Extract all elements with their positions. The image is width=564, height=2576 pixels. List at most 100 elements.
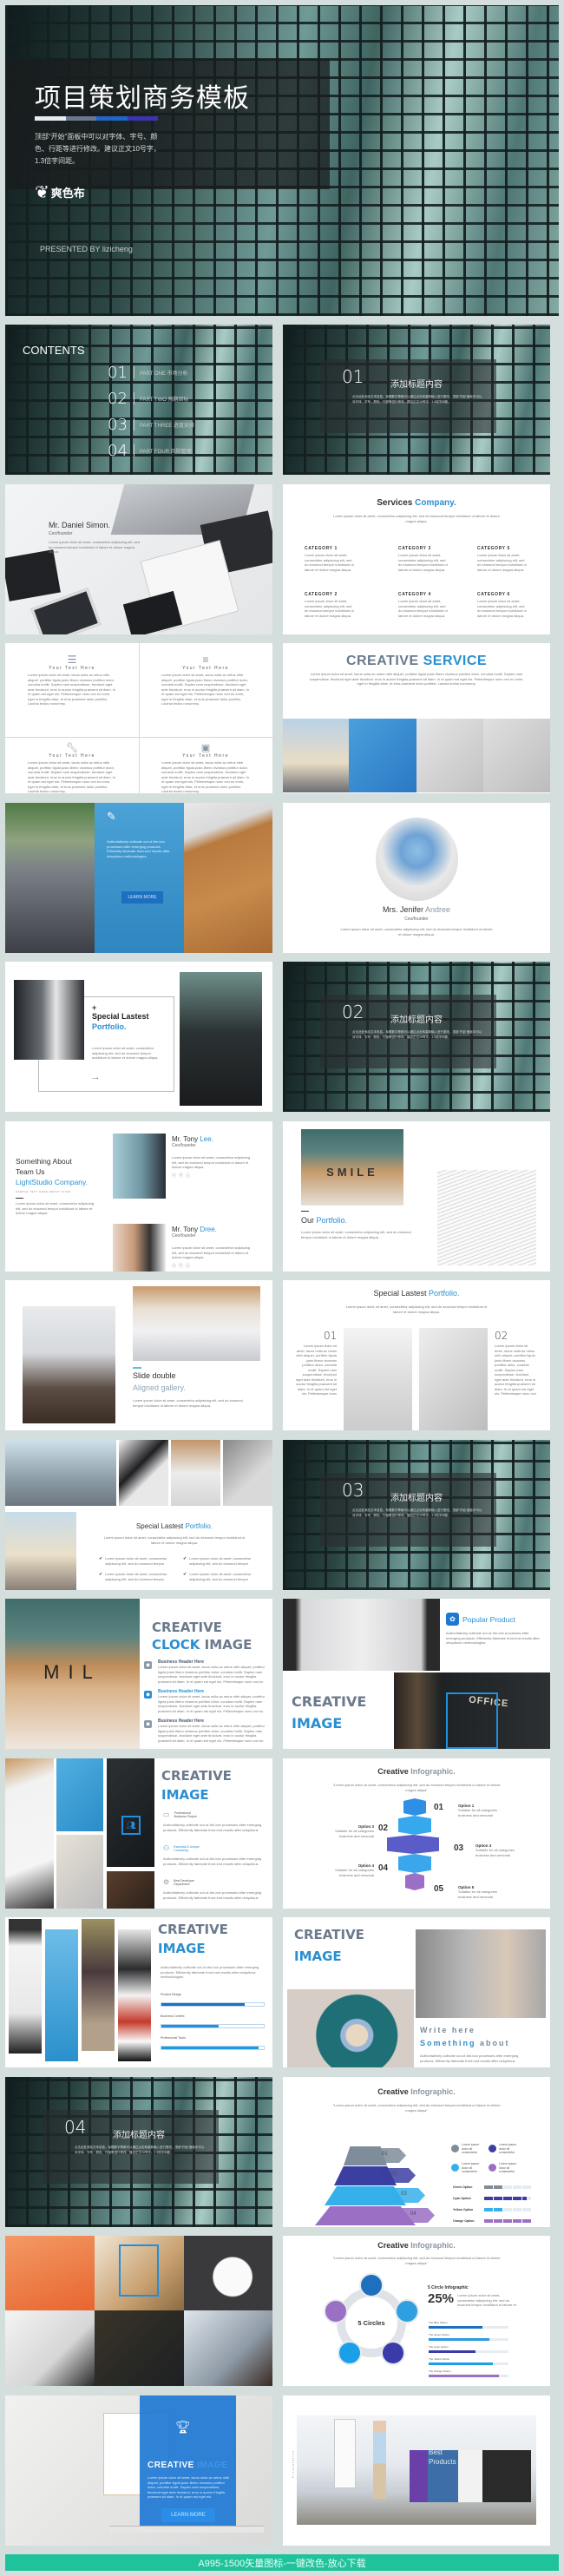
- title-accent: Portfolio.: [185, 1522, 213, 1530]
- category-title: CATEGORY 5: [477, 546, 510, 551]
- text-cell: ≡ Your Text Here Lorem ipsum dolor sit ame…: [139, 654, 272, 712]
- learn-more-button[interactable]: LEARN MORE: [161, 2508, 215, 2522]
- menu-icon: ≡: [202, 654, 209, 666]
- option-number: 01: [434, 1803, 444, 1812]
- infographic-quote: "Lorem ipsum dolor sit amet, consectetur…: [332, 2103, 501, 2113]
- slide-photo-grid[interactable]: [5, 2236, 272, 2386]
- photo-laptop-coffee: [184, 2310, 272, 2386]
- contents-title: CONTENTS: [23, 344, 85, 357]
- member-bio: Lorem ipsum dolor sit amet, consectetur …: [172, 1245, 251, 1259]
- business-item: Business Header Here Lorem ipsum dolor si…: [158, 1718, 269, 1743]
- photo-office-dark: [107, 1758, 154, 1867]
- slide-team[interactable]: Something About Team Us LightStudio Compan…: [5, 1121, 272, 1272]
- slide-write-here[interactable]: CREATIVE IMAGE Write here Something abou…: [283, 1917, 550, 2067]
- slide-section-01[interactable]: 01 添加标题内容 点击此处添加文本信息。标题数字等都可以通过点击和重新输入进行…: [283, 325, 550, 475]
- slide-daniel[interactable]: Mr. Daniel Simon. Ceo/founder Lorem ipsu…: [5, 484, 272, 634]
- bar-label: The Green Option: [429, 2333, 450, 2336]
- legend-dot: [489, 2145, 496, 2152]
- bar-segment: [513, 2208, 521, 2211]
- option-desc: Suitable for all categories business and…: [335, 1868, 374, 1876]
- cover-title: 项目策划商务模板: [35, 83, 250, 114]
- bar-segment: [484, 2208, 493, 2211]
- slide-jenifer[interactable]: Mrs. Jenifer Andree Ceo/founder Lorem ip…: [283, 803, 550, 953]
- section-title: 添加标题内容: [113, 2131, 165, 2140]
- business-item: Business Header Here Lorem ipsum dolor si…: [158, 1689, 269, 1713]
- bar-segment-fill: [494, 2185, 502, 2189]
- photo-laptop-white: [344, 1328, 412, 1430]
- slide-best-products[interactable]: Best Products Presentation: [283, 2395, 550, 2546]
- title-accent: CLOCK: [152, 1637, 200, 1653]
- slide-infographic-stack[interactable]: Creative Infographic. "Lorem ipsum dolor…: [283, 1758, 550, 1909]
- check-text: Lorem ipsum dolor sit amet, consectetur …: [189, 1556, 252, 1566]
- contents-item[interactable]: 04 PART FOUR 风险管理: [108, 437, 194, 463]
- blue-frame: [446, 1692, 498, 1749]
- name-last: Andree: [424, 905, 451, 914]
- image-title: IMAGE: [161, 1787, 209, 1803]
- learn-more-button[interactable]: LEARN MORE: [121, 891, 163, 904]
- contents-item[interactable]: 03 PART THREE 进度安排: [108, 411, 194, 437]
- circle-node: [359, 2273, 384, 2297]
- pyramid-tab: 03: [390, 2188, 425, 2203]
- slide-services[interactable]: Services Company. Lorem ipsum dolor sit …: [283, 484, 550, 634]
- slide-popular-product[interactable]: ✿ Popular Product Authoritatively cultiv…: [283, 1599, 550, 1749]
- slide-creative-learn[interactable]: 🏆︎ CREATIVE IMAGE Lorem ipsum dolor sit …: [5, 2395, 272, 2546]
- facebook-icon[interactable]: ⓕ: [179, 1173, 186, 1179]
- product-icon: ✿: [446, 1613, 459, 1626]
- document-pen-icon: ✎: [107, 810, 116, 823]
- title-part: IMAGE: [200, 1637, 252, 1653]
- slide-creative-image-icons[interactable]: 👥︎ CREATIVE IMAGE ▭ Professional Business…: [5, 1758, 272, 1909]
- contents-item[interactable]: 02 PART TWO 预期目标: [108, 385, 194, 411]
- bar-track: [429, 2350, 508, 2353]
- checklist-title: Special Lastest Portfolio.: [76, 1522, 272, 1530]
- facebook-icon[interactable]: ⓕ: [179, 1264, 186, 1269]
- services-title: Services Company.: [283, 498, 550, 508]
- slide-contents[interactable]: CONTENTS 01 PART ONE 市场分析 02 PART TWO 预期目标…: [5, 325, 272, 475]
- photo-city-office: [283, 719, 349, 792]
- check-item: ✔ Lorem ipsum dolor sit amet, consectetur…: [99, 1556, 177, 1566]
- creative-title: CREATIVE: [158, 1922, 228, 1937]
- bar-segment: [522, 2185, 531, 2189]
- twitter-icon[interactable]: ⓣ: [172, 1264, 179, 1269]
- slide-section-04[interactable]: 04 添加标题内容 点击此处添加文本信息。标题数字等都可以通过点击和重新输入进行…: [5, 2077, 272, 2227]
- cell-heading: Your Text Here: [182, 666, 229, 671]
- instagram-icon[interactable]: ⓘ: [186, 1264, 193, 1269]
- slide-five-circles[interactable]: Creative Infographic. "Lorem ipsum dolor…: [283, 2236, 550, 2386]
- slide-creative-service[interactable]: CREATIVE SERVICE Lorem ipsum dolor sit a…: [283, 643, 550, 793]
- slide-special-portfolio-2[interactable]: Special Lastest Portfolio. Lorem ipsum d…: [283, 1280, 550, 1430]
- slide-special-checklist[interactable]: Special Lastest Portfolio. Lorem ipsum d…: [5, 1440, 272, 1590]
- slide-our-portfolio[interactable]: SMILE Our Portfolio. Lorem ipsum dolor s…: [283, 1121, 550, 1272]
- people-icon: ⚇: [163, 1844, 170, 1852]
- photo-online-shopping: [283, 1599, 440, 1671]
- portfolio-title: Special Lastest Portfolio.: [283, 1289, 550, 1298]
- photo-notebook-pen: [437, 1170, 536, 1265]
- image-title: IMAGE: [292, 1715, 343, 1732]
- slide-section-02[interactable]: 02 添加标题内容 点击此处添加文本信息。标题数字等都可以通过点击和重新输入进行…: [283, 962, 550, 1112]
- option-label: Option 5 Suitable for all categories busi…: [458, 1885, 510, 1898]
- vertical-label: Presentation: [292, 2450, 295, 2478]
- category-text: Lorem ipsum dolor sit amet, consectetur …: [305, 553, 354, 572]
- slide-double-gallery[interactable]: Slide double Aligned gallery. Lorem ipsu…: [5, 1280, 272, 1430]
- contents-item[interactable]: 01 PART ONE 市场分析: [108, 359, 194, 385]
- instagram-icon[interactable]: ⓘ: [186, 1173, 193, 1179]
- slide-infographic-pyramid[interactable]: Creative Infographic. "Lorem ipsum dolor…: [283, 2077, 550, 2227]
- photo-plate: [184, 2236, 272, 2310]
- slide-clock-image[interactable]: MIL CREATIVE CLOCK IMAGE Business Header…: [5, 1599, 272, 1749]
- slide-section-03[interactable]: 03 添加标题内容 点击此处添加文本信息。标题数字等都可以通过点击和重新输入进行…: [283, 1440, 550, 1590]
- slide-creative-progress[interactable]: CREATIVE IMAGE Authoritatively cultivate…: [5, 1917, 272, 2067]
- title-part: Creative: [377, 2241, 411, 2250]
- twitter-icon[interactable]: ⓣ: [172, 1173, 179, 1179]
- legend-dot: [451, 2145, 459, 2152]
- bar-segment: [522, 2219, 531, 2223]
- item-text: Lorem ipsum dolor sit amet, lacus nulla …: [495, 1344, 536, 1396]
- business-text: Lorem ipsum dolor sit amet, lacus nulla …: [158, 1665, 265, 1684]
- photo-meeting-room: [23, 1306, 115, 1423]
- team-heading: Something About Team Us LightStudio Compan…: [16, 1156, 88, 1187]
- photo-magnifier: [56, 1835, 103, 1909]
- special-title-accent: Portfolio.: [92, 1022, 127, 1031]
- slide-learn-more[interactable]: ✎ Authoritatively cultivate out-of-the-b…: [5, 803, 272, 953]
- bar-segment-fill: [503, 2197, 512, 2200]
- slide-special-portfolio[interactable]: + Special Lastest Portfolio. Lorem ipsum…: [5, 962, 272, 1112]
- category-card: CATEGORY 2 Lorem ipsum dolor sit amet, co…: [305, 592, 357, 618]
- slide-four-cells[interactable]: ☰ Your Text Here Lorem ipsum dolor sit ame…: [5, 643, 272, 793]
- arrow-right-icon[interactable]: ⟶: [92, 1076, 98, 1081]
